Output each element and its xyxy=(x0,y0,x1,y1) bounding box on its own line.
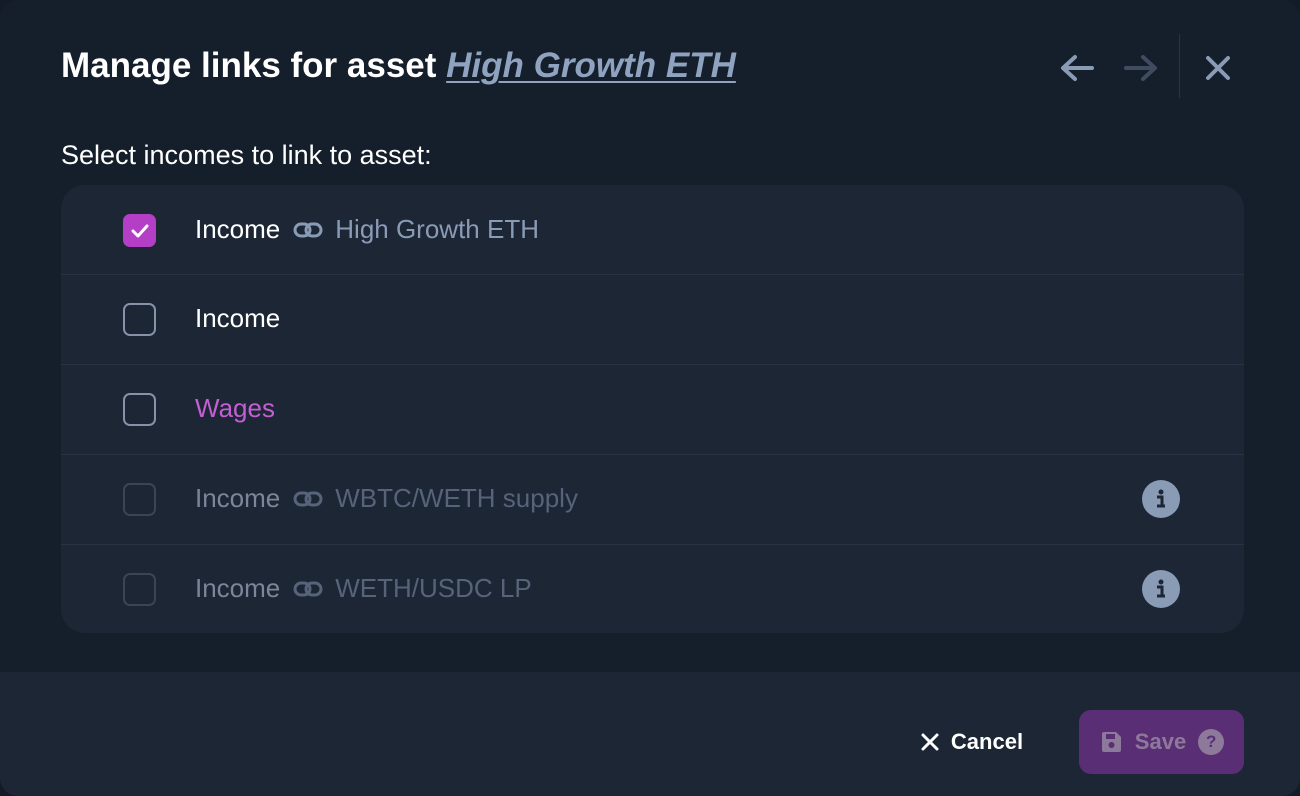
income-checkbox xyxy=(123,483,156,516)
asset-name-link[interactable]: High Growth ETH xyxy=(446,46,736,85)
list-item: Income WETH/USDC LP xyxy=(61,545,1244,633)
forward-button[interactable] xyxy=(1117,44,1165,92)
list-item-text: Income WETH/USDC LP xyxy=(195,573,532,604)
income-checkbox[interactable] xyxy=(123,393,156,426)
linked-asset-label: High Growth ETH xyxy=(335,214,539,244)
income-label: Income xyxy=(195,303,281,333)
link-icon xyxy=(293,221,323,239)
income-checkbox xyxy=(123,573,156,606)
info-icon[interactable] xyxy=(1142,570,1180,608)
info-icon[interactable] xyxy=(1142,480,1180,518)
income-checkbox[interactable] xyxy=(123,214,156,247)
help-icon: ? xyxy=(1198,729,1225,755)
title-prefix: Manage links for asset xyxy=(61,46,437,85)
arrow-left-icon xyxy=(1061,55,1094,81)
cancel-label: Cancel xyxy=(950,729,1024,754)
income-label: Income xyxy=(195,573,281,603)
income-list: Income High Growth ETH Income Wages Inco… xyxy=(61,185,1244,633)
income-label: Income xyxy=(195,483,281,513)
list-item[interactable]: Income High Growth ETH xyxy=(61,185,1244,275)
link-icon xyxy=(293,490,323,508)
list-item: Income WBTC/WETH supply xyxy=(61,455,1244,545)
floppy-disk-icon xyxy=(1099,730,1123,754)
linked-asset-label: WETH/USDC LP xyxy=(335,573,532,603)
modal-header: Manage links for asset High Growth ETH xyxy=(61,34,1242,98)
income-checkbox[interactable] xyxy=(123,303,156,336)
modal-title: Manage links for asset High Growth ETH xyxy=(61,46,736,86)
linked-asset-label: WBTC/WETH supply xyxy=(335,483,578,513)
cancel-button[interactable]: Cancel xyxy=(907,712,1037,772)
link-icon xyxy=(293,580,323,598)
list-item[interactable]: Income xyxy=(61,275,1244,365)
list-item-text: Income High Growth ETH xyxy=(195,214,539,245)
close-icon xyxy=(1206,56,1230,80)
check-icon xyxy=(131,224,148,237)
save-button[interactable]: Save ? xyxy=(1079,710,1244,774)
manage-links-modal: Manage links for asset High Growth ETH S… xyxy=(0,0,1300,796)
save-label: Save xyxy=(1134,729,1187,754)
close-button[interactable] xyxy=(1194,44,1242,92)
close-icon xyxy=(921,733,939,751)
list-item-text: Income xyxy=(195,303,280,334)
wages-label: Wages xyxy=(195,393,275,423)
back-button[interactable] xyxy=(1053,44,1101,92)
list-subtitle: Select incomes to link to asset: xyxy=(61,140,432,170)
header-divider xyxy=(1179,34,1180,98)
modal-footer: Cancel Save ? xyxy=(0,672,1300,796)
list-item[interactable]: Wages xyxy=(61,365,1244,455)
income-label: Income xyxy=(195,214,281,244)
list-item-text: Income WBTC/WETH supply xyxy=(195,483,578,514)
list-item-text: Wages xyxy=(195,393,275,424)
arrow-right-icon xyxy=(1124,55,1157,81)
